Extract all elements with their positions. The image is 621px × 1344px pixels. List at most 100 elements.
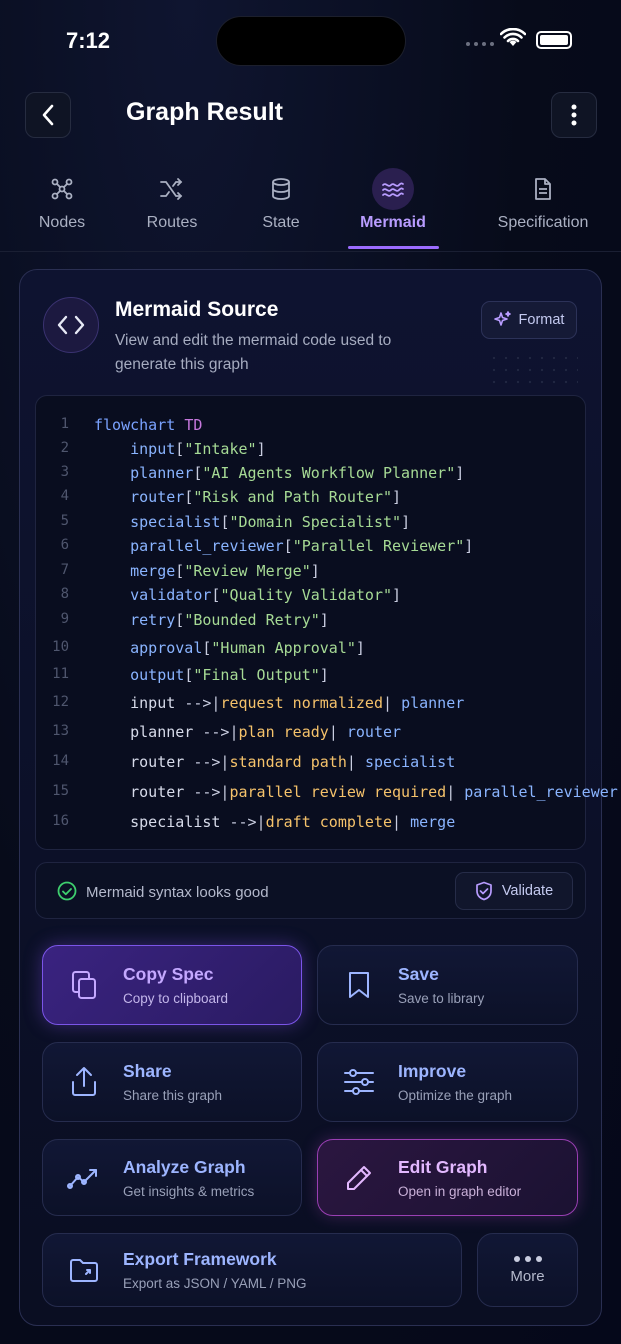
improve-button[interactable]: Improve Optimize the graph	[317, 1042, 578, 1122]
line-number: 3	[60, 464, 69, 480]
tab-divider	[0, 251, 621, 252]
line-code: specialist -->|draft complete| merge	[130, 813, 456, 831]
horizontal-dots-icon	[513, 1255, 542, 1262]
line-code: router["Risk and Path Router"]	[130, 488, 402, 506]
line-number: 15	[52, 783, 69, 799]
edit-graph-button[interactable]: Edit Graph Open in graph editor	[317, 1139, 578, 1216]
share-button[interactable]: Share Share this graph	[42, 1042, 302, 1122]
export-framework-button[interactable]: Export Framework Export as JSON / YAML / …	[42, 1233, 462, 1307]
line-number: 9	[60, 611, 69, 627]
format-button[interactable]: Format	[481, 301, 577, 339]
line-code: merge["Review Merge"]	[130, 562, 320, 580]
copy-spec-button[interactable]: Copy Spec Copy to clipboard	[42, 945, 302, 1025]
line-code: input["Intake"]	[130, 440, 266, 458]
sliders-icon	[342, 1065, 376, 1099]
pencil-icon	[342, 1161, 376, 1195]
line-code: parallel_reviewer["Parallel Reviewer"]	[130, 537, 474, 555]
battery-icon	[536, 31, 572, 49]
save-button[interactable]: Save Save to library	[317, 945, 578, 1025]
line-number: 8	[60, 586, 69, 602]
mermaid-icon	[372, 168, 414, 210]
line-code: specialist["Domain Specialist"]	[130, 513, 411, 531]
nodes-icon	[41, 168, 83, 210]
line-code: router -->|standard path| specialist	[130, 753, 456, 771]
line-code: approval["Human Approval"]	[130, 639, 365, 657]
tile-subtitle: Optimize the graph	[398, 1088, 513, 1103]
more-options-button[interactable]	[551, 92, 597, 138]
database-icon	[260, 168, 302, 210]
document-icon	[522, 168, 564, 210]
page-title: Graph Result	[126, 98, 283, 126]
validate-label: Validate	[501, 883, 554, 899]
line-code: planner -->|plan ready| router	[130, 723, 402, 741]
copy-icon	[67, 968, 101, 1002]
line-number: 5	[60, 513, 69, 529]
wifi-icon	[499, 27, 527, 53]
status-time: 7:12	[66, 28, 111, 53]
tab-label: State	[262, 214, 300, 231]
bookmark-icon	[342, 968, 376, 1002]
active-tab-indicator	[348, 246, 439, 249]
code-editor[interactable]: 1 flowchart TD 2 input["Intake"] 3 planner[…	[35, 395, 618, 850]
sparkles-icon	[493, 311, 511, 326]
chevron-left-icon	[42, 104, 54, 126]
line-code: planner["AI Agents Workflow Planner"]	[130, 464, 465, 482]
more-button[interactable]: More	[477, 1233, 578, 1307]
line-number: 1	[60, 416, 69, 432]
routes-icon	[151, 168, 193, 210]
tab-specification[interactable]: Specification	[489, 168, 597, 248]
validation-message: Mermaid syntax looks good	[86, 884, 269, 901]
line-number: 13	[52, 723, 69, 739]
analyze-graph-button[interactable]: Analyze Graph Get insights & metrics	[42, 1139, 302, 1216]
tile-subtitle: Copy to clipboard	[123, 991, 229, 1006]
tile-title: Share	[123, 1061, 172, 1081]
tab-label: Routes	[146, 214, 198, 231]
tile-title: Copy Spec	[123, 964, 214, 984]
code-icon	[43, 297, 99, 353]
line-number: 10	[52, 639, 69, 655]
decorative-dot-grid	[488, 352, 578, 392]
tab-nodes[interactable]: Nodes	[31, 168, 93, 248]
line-number: 14	[52, 753, 69, 769]
line-number: 7	[60, 562, 69, 578]
source-description: View and edit the mermaid code used to g…	[115, 332, 392, 373]
line-code: flowchart TD	[94, 416, 203, 434]
folder-export-icon	[67, 1253, 101, 1287]
tile-title: Save	[398, 964, 439, 984]
shield-check-icon	[475, 881, 492, 901]
line-number: 11	[52, 666, 69, 682]
line-code: router -->|parallel review required| par…	[130, 783, 618, 801]
line-code: input -->|request normalized| planner	[130, 694, 465, 712]
tab-label: Specification	[497, 214, 589, 231]
tile-subtitle: Open in graph editor	[398, 1183, 522, 1199]
tile-title: Analyze Graph	[123, 1156, 246, 1177]
line-code: retry["Bounded Retry"]	[130, 611, 329, 629]
back-button[interactable]	[25, 92, 71, 138]
line-code: output["Final Output"]	[130, 666, 329, 684]
format-label: Format	[518, 312, 565, 328]
tile-title: Improve	[398, 1061, 467, 1081]
tile-title: Edit Graph	[398, 1156, 488, 1177]
tab-state[interactable]: State	[250, 168, 312, 248]
trend-chart-icon	[67, 1161, 101, 1195]
more-label: More	[510, 1267, 545, 1285]
line-number: 2	[60, 440, 69, 456]
tile-subtitle: Get insights & metrics	[123, 1183, 255, 1199]
tile-title: Export Framework	[123, 1249, 277, 1269]
line-number: 16	[52, 813, 69, 829]
tab-routes[interactable]: Routes	[141, 168, 203, 248]
tab-mermaid[interactable]: Mermaid	[353, 168, 433, 248]
dynamic-island	[216, 16, 406, 66]
tile-subtitle: Save to library	[398, 991, 485, 1006]
line-code: validator["Quality Validator"]	[130, 586, 402, 604]
line-number: 6	[60, 537, 69, 553]
tab-label: Nodes	[38, 214, 86, 231]
check-circle-icon	[57, 881, 77, 906]
tile-subtitle: Export as JSON / YAML / PNG	[123, 1276, 307, 1291]
tile-subtitle: Share this graph	[123, 1088, 223, 1103]
validate-button[interactable]: Validate	[455, 872, 573, 910]
cellular-signal-icon	[466, 42, 494, 46]
vertical-dots-icon	[571, 104, 577, 126]
tab-label: Mermaid	[360, 214, 426, 231]
line-number: 4	[60, 488, 69, 504]
